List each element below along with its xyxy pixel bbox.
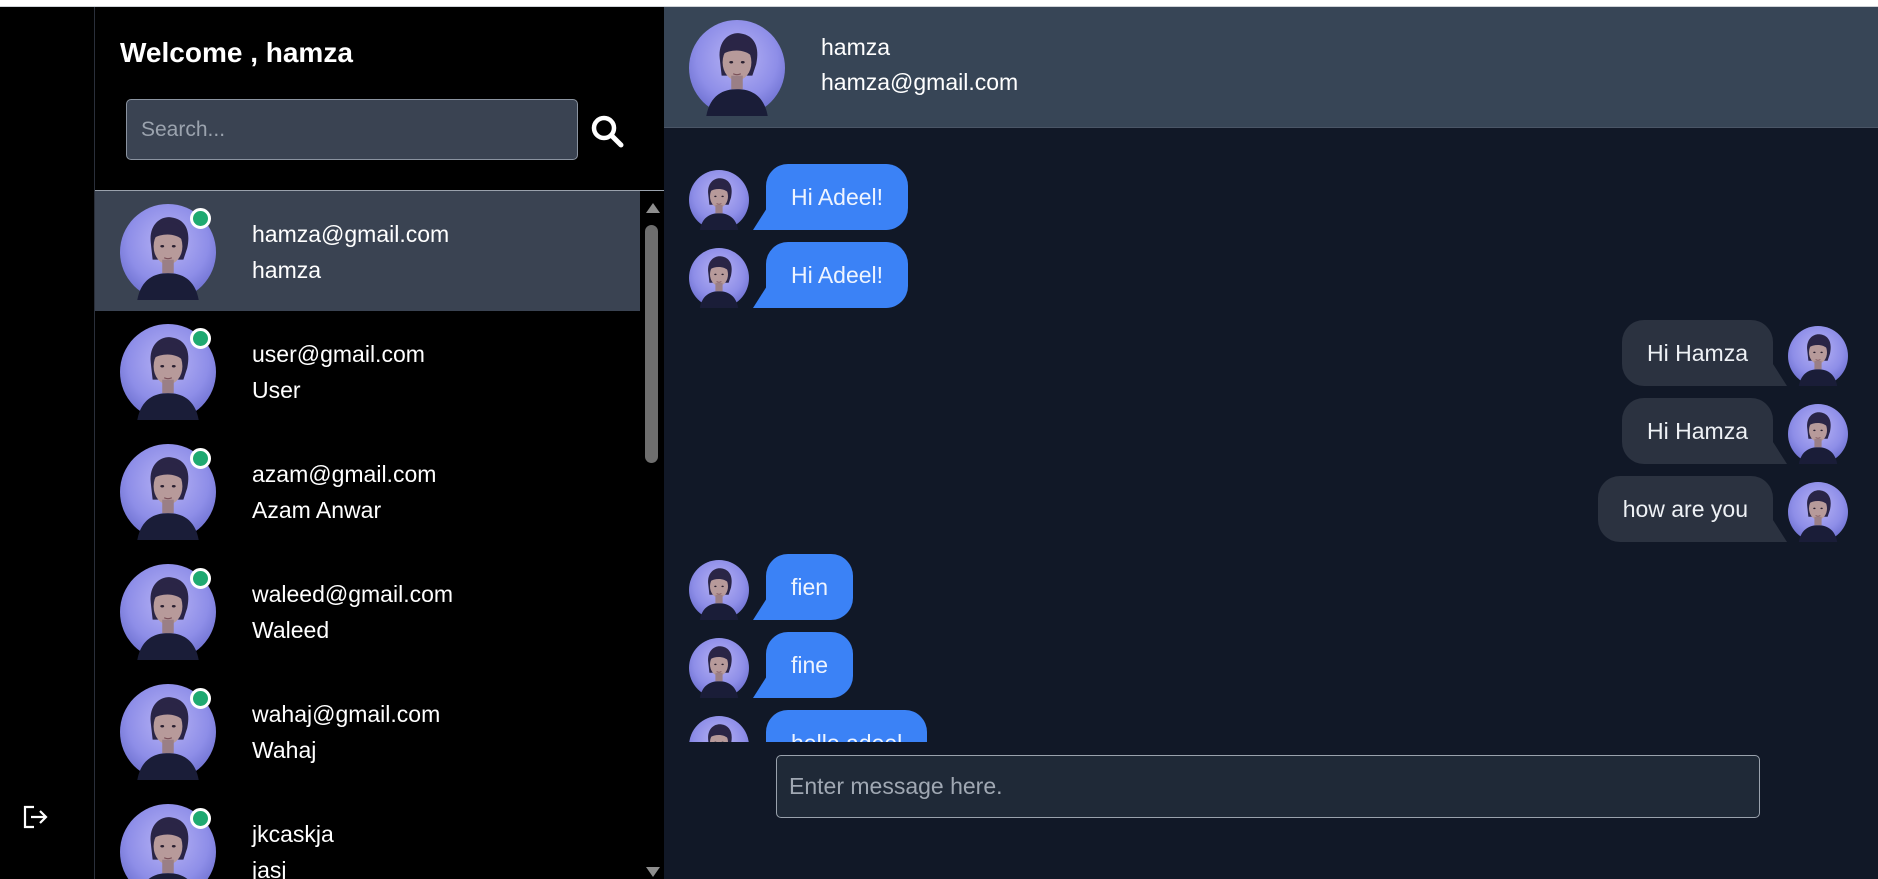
online-status-indicator bbox=[190, 328, 211, 349]
online-status-indicator bbox=[190, 688, 211, 709]
avatar bbox=[689, 20, 785, 116]
message-bubble: how are you bbox=[1597, 476, 1773, 542]
contact-email: wahaj@gmail.com bbox=[252, 701, 441, 727]
message-input[interactable] bbox=[776, 755, 1760, 818]
contact-email: waleed@gmail.com bbox=[252, 581, 454, 607]
message-incoming: Hi Adeel! bbox=[664, 242, 1878, 308]
scroll-down-arrow-icon[interactable] bbox=[646, 867, 660, 877]
contact-item[interactable]: hamza@gmail.com hamza bbox=[95, 191, 640, 311]
message-outgoing: Hi Hamza bbox=[664, 320, 1878, 386]
contact-name: Wahaj bbox=[252, 737, 317, 763]
online-status-indicator bbox=[190, 568, 211, 589]
logout-icon[interactable] bbox=[20, 802, 50, 832]
online-status-indicator bbox=[190, 208, 211, 229]
search-icon[interactable] bbox=[588, 112, 626, 150]
avatar bbox=[1788, 326, 1848, 386]
scroll-up-arrow-icon[interactable] bbox=[646, 203, 660, 213]
contacts-sidebar: Welcome , hamza hamza@gmail.com hamza us… bbox=[95, 7, 664, 879]
message-bubble: Hi Hamza bbox=[1622, 320, 1773, 386]
chat-header-email: hamza@gmail.com bbox=[821, 69, 1019, 95]
scrollbar-thumb[interactable] bbox=[645, 225, 658, 463]
contact-email: user@gmail.com bbox=[252, 341, 425, 367]
message-incoming: fien bbox=[664, 554, 1878, 620]
contact-email: hamza@gmail.com bbox=[252, 221, 450, 247]
contact-email: azam@gmail.com bbox=[252, 461, 437, 487]
message-incoming: fine bbox=[664, 632, 1878, 698]
contact-item[interactable]: jkcaskja jasj bbox=[95, 791, 640, 879]
message-bubble: fien bbox=[766, 554, 854, 620]
contact-item[interactable]: user@gmail.com User bbox=[95, 311, 640, 431]
message-outgoing: Hi Hamza bbox=[664, 398, 1878, 464]
contact-name: Waleed bbox=[252, 617, 330, 643]
avatar bbox=[689, 560, 749, 620]
message-bubble: fine bbox=[766, 632, 854, 698]
contact-name: User bbox=[252, 377, 301, 403]
bubble-tail bbox=[753, 208, 767, 230]
online-status-indicator bbox=[190, 808, 211, 829]
contact-name: jasj bbox=[252, 857, 287, 879]
contact-email: jkcaskja bbox=[252, 821, 334, 847]
message-incoming: Hi Adeel! bbox=[664, 164, 1878, 230]
search-input[interactable] bbox=[126, 99, 578, 160]
avatar bbox=[689, 716, 749, 742]
message-outgoing: how are you bbox=[664, 476, 1878, 542]
welcome-heading: Welcome , hamza bbox=[120, 37, 353, 68]
bubble-tail bbox=[753, 286, 767, 308]
message-incoming: hello adeel bbox=[664, 710, 1878, 742]
bubble-tail bbox=[1773, 520, 1787, 542]
bubble-tail bbox=[1773, 364, 1787, 386]
avatar bbox=[1788, 482, 1848, 542]
message-bubble: Hi Adeel! bbox=[766, 164, 909, 230]
chat-panel: hamza hamza@gmail.com Hi Adeel! Hi Adeel… bbox=[664, 7, 1878, 879]
chat-header-name: hamza bbox=[821, 34, 891, 60]
online-status-indicator bbox=[190, 448, 211, 469]
avatar bbox=[1788, 404, 1848, 464]
message-bubble: Hi Adeel! bbox=[766, 242, 909, 308]
message-list: Hi Adeel! Hi Adeel! Hi Hamza Hi Hamza ho… bbox=[664, 128, 1878, 742]
contact-item[interactable]: wahaj@gmail.com Wahaj bbox=[95, 671, 640, 791]
avatar bbox=[689, 170, 749, 230]
browser-top-edge bbox=[0, 0, 1878, 7]
avatar bbox=[689, 248, 749, 308]
message-bubble: hello adeel bbox=[766, 710, 928, 742]
left-rail bbox=[0, 7, 95, 879]
contact-list: hamza@gmail.com hamza user@gmail.com Use… bbox=[95, 191, 640, 879]
contact-name: Azam Anwar bbox=[252, 497, 382, 523]
contact-item[interactable]: azam@gmail.com Azam Anwar bbox=[95, 431, 640, 551]
bubble-tail bbox=[753, 598, 767, 620]
bubble-tail bbox=[753, 676, 767, 698]
avatar bbox=[689, 638, 749, 698]
chat-header: hamza hamza@gmail.com bbox=[664, 7, 1878, 128]
bubble-tail bbox=[1773, 442, 1787, 464]
contact-name: hamza bbox=[252, 257, 322, 283]
contact-list-scrollbar[interactable] bbox=[640, 191, 664, 879]
contact-item[interactable]: waleed@gmail.com Waleed bbox=[95, 551, 640, 671]
message-bubble: Hi Hamza bbox=[1622, 398, 1773, 464]
